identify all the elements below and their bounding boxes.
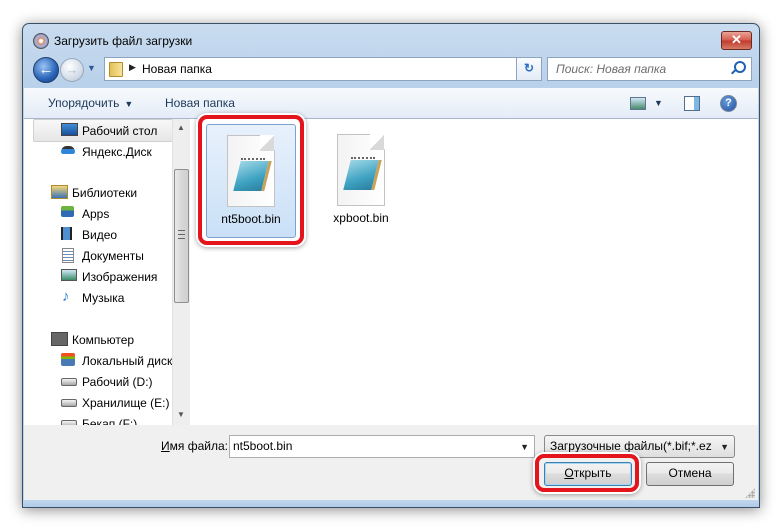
sidebar-item-documents[interactable]: Документы	[24, 245, 172, 266]
file-item-xpboot[interactable]: xpboot.bin	[317, 124, 405, 236]
title-bar: Загрузить файл загрузки ✕	[23, 24, 759, 56]
filetype-dropdown-icon: ▼	[720, 442, 729, 452]
video-icon	[61, 227, 72, 240]
scroll-up-icon[interactable]: ▲	[177, 123, 185, 132]
sidebar-item-label: Изображения	[82, 270, 158, 284]
sidebar-item-label: Музыка	[82, 291, 125, 305]
scrollbar-thumb[interactable]	[174, 169, 189, 303]
search-placeholder: Поиск: Новая папка	[556, 62, 667, 76]
filename-label: Имя файла:	[161, 439, 228, 453]
filename-dropdown-icon[interactable]: ▼	[520, 442, 529, 452]
organize-button[interactable]: Упорядочить ▼	[48, 96, 133, 110]
documents-icon	[62, 248, 74, 263]
sidebar-item-label: Документы	[82, 249, 144, 263]
sidebar-item-libraries[interactable]: Библиотеки	[24, 182, 172, 203]
sidebar-item-music[interactable]: ♪ Музыка	[24, 287, 172, 308]
filetype-value: Загрузочные файлы(*.bif;*.ezb	[550, 439, 712, 453]
sidebar-item-drive-f[interactable]: Бекап (F:)	[24, 413, 172, 425]
system-drive-icon	[61, 353, 75, 366]
sidebar-item-label: Apps	[82, 207, 110, 221]
sidebar-item-label: Рабочий стол	[82, 124, 158, 138]
sidebar-item-pictures[interactable]: Изображения	[24, 266, 172, 287]
file-list: nt5boot.bin xpboot.bin	[190, 115, 758, 425]
chevron-down-icon: ▼	[124, 99, 134, 109]
apps-icon	[61, 206, 74, 217]
help-icon[interactable]: ?	[720, 95, 737, 112]
organize-label: Упорядочить	[48, 96, 120, 110]
desktop-icon	[61, 123, 78, 136]
computer-icon	[51, 332, 68, 346]
window-bottom-border	[23, 500, 759, 507]
filename-label-text: мя файла:	[169, 439, 228, 453]
search-input[interactable]: Поиск: Новая папка	[547, 57, 752, 81]
drive-icon	[61, 378, 77, 386]
sidebar-item-computer[interactable]: Компьютер	[24, 329, 172, 350]
sidebar-item-drive-e[interactable]: Хранилище (E:)	[24, 392, 172, 413]
sidebar-item-local-disk[interactable]: Локальный диск	[24, 350, 172, 371]
folder-icon	[109, 62, 123, 77]
window-title: Загрузить файл загрузки	[54, 34, 193, 48]
libraries-icon	[51, 185, 68, 199]
content-area: Рабочий стол Яндекс.Диск Библиотеки Apps…	[24, 115, 758, 425]
new-folder-button[interactable]: Новая папка	[165, 96, 235, 110]
open-button-highlight-annotation	[535, 454, 639, 492]
disc-app-icon	[33, 33, 49, 49]
navigation-pane: Рабочий стол Яндекс.Диск Библиотеки Apps…	[24, 119, 172, 425]
sidebar-item-label: Хранилище (E:)	[82, 396, 170, 410]
music-icon: ♪	[62, 288, 70, 305]
command-bar: Упорядочить ▼ Новая папка ▼ ?	[24, 88, 758, 119]
file-highlight-annotation	[198, 115, 304, 245]
filename-input[interactable]: nt5boot.bin ▼	[229, 435, 535, 458]
history-dropdown-icon[interactable]: ▼	[87, 63, 96, 73]
page-fold-icon	[370, 134, 384, 150]
open-file-dialog: Загрузить файл загрузки ✕ ← → ▼ ▶ Новая …	[22, 23, 760, 508]
address-bar[interactable]: ▶ Новая папка ▼	[104, 57, 541, 81]
breadcrumb-item[interactable]: Новая папка	[142, 62, 212, 76]
sidebar-item-drive-d[interactable]: Рабочий (D:)	[24, 371, 172, 392]
resize-grip-icon[interactable]	[745, 488, 755, 498]
sidebar-item-desktop[interactable]: Рабочий стол	[33, 119, 172, 142]
sidebar-item-label: Компьютер	[72, 333, 135, 347]
notepad-rings-icon	[351, 157, 375, 162]
sidebar-item-label: Бекап (F:)	[82, 417, 138, 425]
sidebar-item-label: Яндекс.Диск	[82, 145, 152, 159]
yandex-disk-icon	[61, 146, 75, 154]
filename-value: nt5boot.bin	[233, 439, 293, 453]
sidebar-item-apps[interactable]: Apps	[24, 203, 172, 224]
search-icon[interactable]	[734, 61, 746, 73]
view-options-dropdown-icon[interactable]: ▼	[654, 98, 663, 108]
back-button[interactable]: ←	[33, 57, 59, 83]
dialog-footer: Имя файла: nt5boot.bin ▼ Загрузочные фай…	[24, 425, 758, 500]
scroll-down-icon[interactable]: ▼	[177, 410, 185, 419]
refresh-button[interactable]: ↻	[516, 57, 542, 81]
sidebar-item-label: Видео	[82, 228, 118, 242]
breadcrumb-arrow-icon[interactable]: ▶	[129, 62, 136, 73]
close-button[interactable]: ✕	[721, 31, 752, 50]
sidebar-item-video[interactable]: Видео	[24, 224, 172, 245]
grip-icon	[178, 230, 185, 239]
sidebar-item-label: Локальный диск	[82, 354, 172, 368]
preview-pane-icon[interactable]	[684, 96, 700, 111]
cancel-button[interactable]: Отмена	[646, 462, 734, 486]
sidebar-item-yandex-disk[interactable]: Яндекс.Диск	[24, 141, 172, 162]
filename-label-mnemonic: И	[161, 439, 170, 453]
drive-icon	[61, 399, 77, 407]
sidebar-item-label: Библиотеки	[72, 186, 138, 200]
file-name: xpboot.bin	[333, 211, 389, 225]
sidebar-item-label: Рабочий (D:)	[82, 375, 153, 389]
change-view-icon[interactable]	[630, 97, 646, 110]
navigation-bar: ← → ▼ ▶ Новая папка ▼ ↻ Поиск: Новая пап…	[23, 54, 759, 84]
forward-button[interactable]: →	[60, 58, 84, 82]
pictures-icon	[61, 269, 77, 281]
sidebar-scrollbar[interactable]: ▲ ▼	[172, 119, 190, 425]
